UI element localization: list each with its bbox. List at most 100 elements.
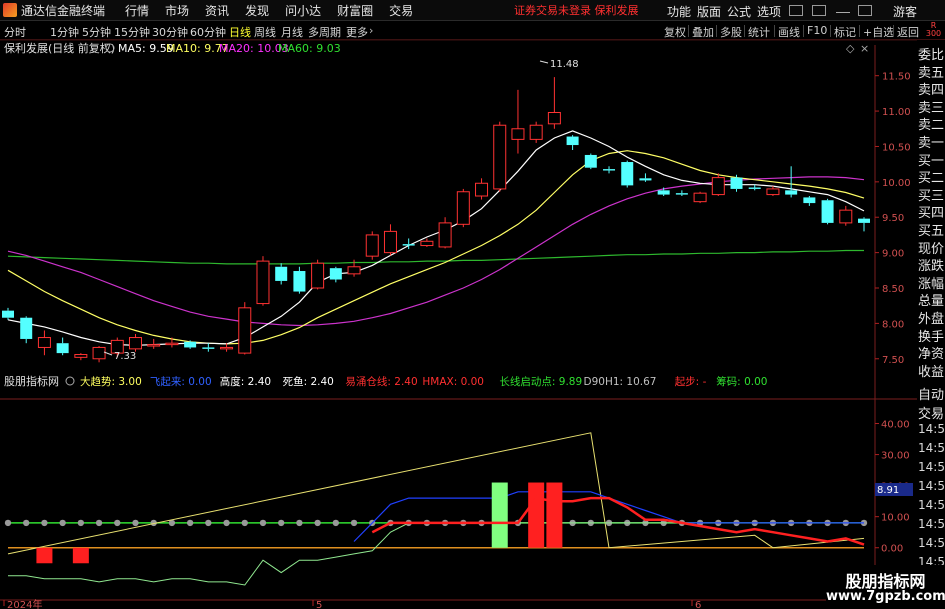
level-dot [314, 519, 321, 527]
quote-side-panel: 委比 卖五 卖四 卖三 卖二 卖一 买一 买二 买三 买四 买五 现价 涨跌 涨幅 总量 外盘 换手 净资 收益 [917, 40, 945, 380]
guest-label[interactable]: 游客 [893, 3, 917, 20]
level-dot [332, 519, 340, 527]
more-chevron-icon[interactable]: › [369, 24, 373, 37]
indicator-tick-label: 0.00 [881, 544, 903, 555]
menu-options[interactable]: 选项 [757, 3, 781, 20]
level-dot [259, 519, 267, 527]
mark-button[interactable]: 标记 [832, 24, 858, 40]
menu-ask-xiaoda[interactable]: 问小达 [285, 2, 321, 19]
menu-discover[interactable]: 发现 [245, 2, 269, 19]
chart-area[interactable]: 保利发展(日线 前复权) MA5: 9.59 MA10: 9.77 MA20: … [0, 40, 917, 609]
menu-market[interactable]: 市场 [165, 2, 189, 19]
candle-body [475, 182, 489, 197]
menu-formula[interactable]: 公式 [727, 3, 751, 20]
period-more[interactable]: 更多 [346, 24, 368, 40]
menu-wealth-circle[interactable]: 财富圈 [337, 2, 373, 19]
candle [693, 191, 707, 204]
level-dot [95, 519, 103, 527]
statistics-button[interactable]: 统计 [746, 24, 772, 40]
period-1min[interactable]: 1分钟 [50, 24, 79, 40]
trade-label[interactable]: 自动 [918, 384, 945, 403]
period-60min[interactable]: 60分钟 [190, 24, 226, 40]
candle-body [37, 337, 51, 348]
separator [893, 25, 894, 37]
separator [803, 25, 804, 37]
candle-body [785, 190, 798, 195]
adjust-button[interactable]: 复权 [662, 24, 688, 40]
candle-body [657, 190, 670, 195]
menu-market-quotes[interactable]: 行情 [125, 2, 149, 19]
window-icon[interactable] [789, 5, 803, 16]
candle-body [584, 154, 597, 168]
diamond-icon[interactable]: ◇ [846, 42, 855, 55]
candle-body [821, 200, 834, 223]
period-30min[interactable]: 30分钟 [152, 24, 188, 40]
price-tick-label: 8.00 [882, 319, 904, 330]
period-monthly[interactable]: 月线 [281, 24, 303, 40]
overlay-button[interactable]: 叠加 [690, 24, 716, 40]
level-dot [59, 519, 66, 527]
low-price-annotation: 7.33 [114, 351, 136, 362]
back-button[interactable]: 返回 [895, 24, 921, 40]
candle-body [420, 240, 434, 247]
candle-body [74, 354, 88, 358]
watermark-url: www.7gpzb.com [826, 589, 945, 604]
candle-body [92, 346, 106, 360]
quote-label: 买五 [918, 224, 945, 239]
date-label: 2024年 [7, 598, 42, 609]
menu-function[interactable]: 功能 [667, 3, 691, 20]
f10-button[interactable]: F10 [805, 24, 829, 37]
separator [859, 25, 860, 37]
quote-label: 换手 [918, 329, 945, 345]
period-multi[interactable]: 多周期 [308, 24, 341, 40]
quote-label: 买三 [918, 188, 945, 204]
close-chart-icon[interactable]: × [860, 42, 869, 55]
candle [821, 198, 834, 225]
date-label: 5 [316, 600, 322, 609]
period-timeshare[interactable]: 分时 [4, 24, 26, 40]
candle-body [184, 341, 197, 348]
indicator-item-5: HMAX: 0.00 [422, 376, 484, 388]
candle-body [839, 209, 853, 224]
quote-label: 总量 [918, 294, 945, 310]
menu-trade[interactable]: 交易 [389, 2, 413, 19]
period-daily[interactable]: 日线 [229, 24, 251, 40]
price-tick-label: 11.50 [882, 72, 911, 83]
candle-body [438, 222, 452, 248]
quote-label: 买四 [918, 206, 945, 222]
quote-label: 卖五 [918, 65, 945, 81]
indicator-item-4: 易涌仓线: 2.40 [345, 375, 417, 388]
candle [493, 121, 507, 192]
draw-line-button[interactable]: 画线 [776, 24, 802, 40]
period-15min[interactable]: 15分钟 [114, 24, 150, 40]
candle-body [165, 342, 179, 346]
candle [238, 302, 252, 355]
candle-body [711, 177, 725, 196]
period-weekly[interactable]: 周线 [254, 24, 276, 40]
level-dot [132, 519, 139, 527]
add-watchlist-button[interactable]: +自选 [861, 24, 896, 40]
quote-label: 买一 [918, 153, 945, 169]
menu-news[interactable]: 资讯 [205, 2, 229, 19]
menu-layout[interactable]: 版面 [697, 3, 721, 20]
green-bar [491, 482, 508, 548]
multi-stock-button[interactable]: 多股 [718, 24, 744, 40]
level-dot [23, 519, 30, 527]
minimize-icon[interactable] [836, 5, 850, 13]
level-dot [114, 519, 121, 527]
candle-body [220, 346, 234, 350]
candle-body [128, 337, 142, 350]
quote-label: 卖一 [918, 136, 945, 151]
indicator-item-3: 死鱼: 2.40 [283, 375, 334, 388]
trade-label: 14:56 [918, 536, 945, 550]
candle-body [402, 244, 415, 246]
quote-label: 涨幅 [918, 276, 945, 292]
separator [716, 25, 717, 37]
candle [621, 160, 634, 188]
screen-icon[interactable] [812, 5, 826, 16]
restore-icon[interactable] [858, 5, 872, 16]
indicator-item-1: 飞起来: 0.00 [150, 376, 212, 388]
period-5min[interactable]: 5分钟 [82, 24, 111, 40]
price-tick-label: 8.50 [882, 284, 904, 295]
indicator-item-9: 筹码: 0.00 [716, 375, 767, 388]
